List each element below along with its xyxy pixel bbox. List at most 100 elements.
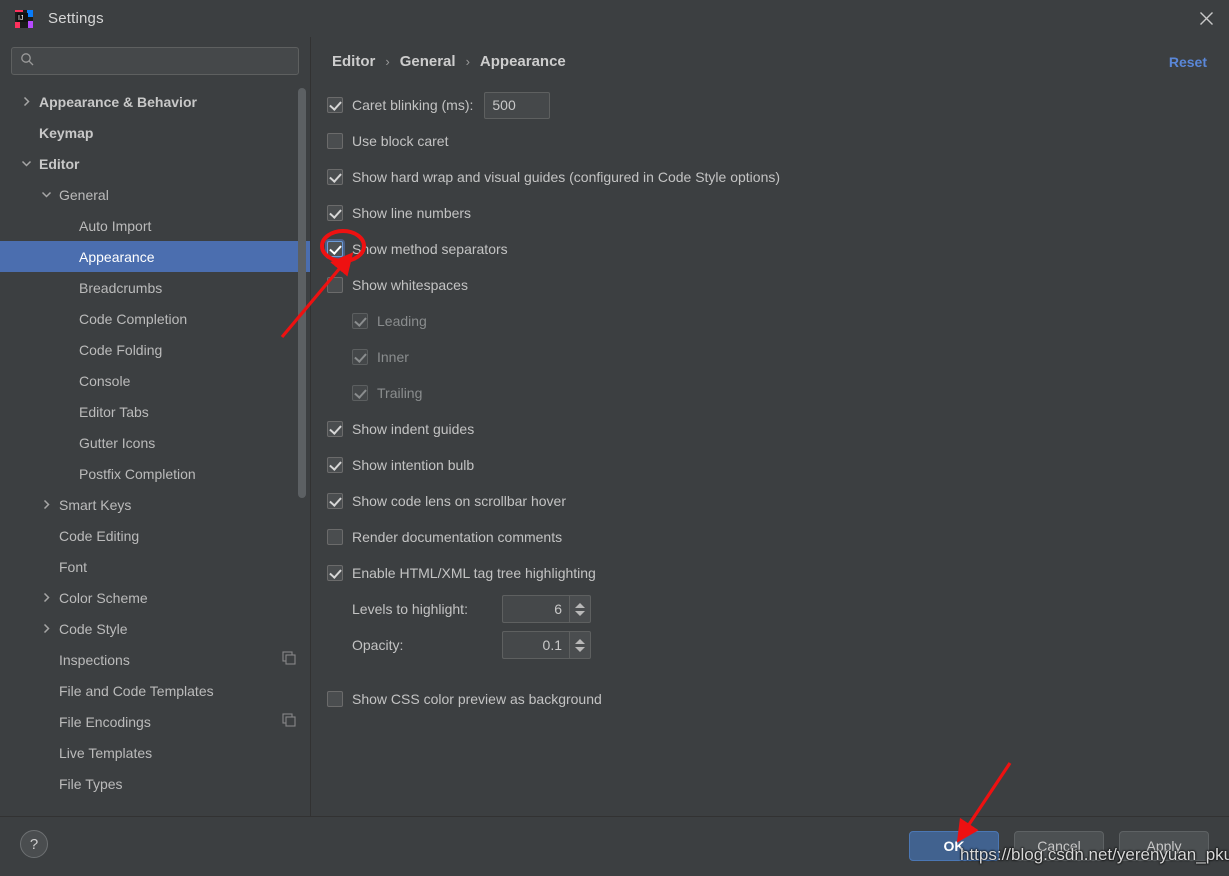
spinner-down-icon[interactable] [575, 610, 585, 616]
sidebar-item-code-style[interactable]: Code Style [0, 613, 310, 644]
checkbox-leading [352, 313, 368, 329]
sidebar-item-label: Breadcrumbs [79, 279, 163, 296]
window-title: Settings [48, 10, 104, 27]
option-row-show-intention-bulb: Show intention bulb [327, 447, 1207, 483]
sidebar-item-color-scheme[interactable]: Color Scheme [0, 582, 310, 613]
settings-dialog: IJ Settings Appearance & Behavior Keymap… [0, 0, 1229, 876]
spinner-opacity[interactable] [502, 631, 591, 659]
checkbox-show-css-color-preview-as-background[interactable] [327, 691, 343, 707]
spinner-buttons[interactable] [569, 595, 591, 623]
checkbox-show-indent-guides[interactable] [327, 421, 343, 437]
checkbox-label: Show line numbers [352, 205, 472, 221]
checkbox-enable-html-xml-tag-tree-highlighting[interactable] [327, 565, 343, 581]
checkbox-label: Show hard wrap and visual guides (config… [352, 169, 781, 185]
sidebar-item-editor-tabs[interactable]: Editor Tabs [0, 396, 310, 427]
checkbox-show-intention-bulb[interactable] [327, 457, 343, 473]
caret-blinking-input[interactable] [484, 91, 551, 119]
help-button[interactable]: ? [20, 830, 48, 858]
sidebar-item-inspections[interactable]: Inspections [0, 644, 310, 675]
sidebar-scrollbar-thumb[interactable] [298, 88, 306, 498]
search-input[interactable] [40, 53, 290, 69]
checkbox-label: Render documentation comments [352, 529, 563, 545]
sidebar-item-file-encodings[interactable]: File Encodings [0, 706, 310, 737]
close-icon[interactable] [1183, 0, 1229, 37]
checkbox-inner [352, 349, 368, 365]
sidebar-item-appearance-behavior[interactable]: Appearance & Behavior [0, 86, 310, 117]
chevron-right-icon[interactable] [38, 497, 54, 513]
spinner-buttons[interactable] [569, 631, 591, 659]
checkbox-render-documentation-comments[interactable] [327, 529, 343, 545]
checkbox-show-whitespaces[interactable] [327, 277, 343, 293]
checkbox-label: Show intention bulb [352, 457, 475, 473]
checkbox-caret-blinking-ms[interactable] [327, 97, 343, 113]
sidebar-item-smart-keys[interactable]: Smart Keys [0, 489, 310, 520]
sidebar-item-file-types[interactable]: File Types [0, 768, 310, 799]
checkbox-show-line-numbers[interactable] [327, 205, 343, 221]
sidebar-item-general[interactable]: General [0, 179, 310, 210]
sidebar-item-label: Editor Tabs [79, 403, 149, 420]
sidebar-item-file-and-code-templates[interactable]: File and Code Templates [0, 675, 310, 706]
checkbox-label: Show code lens on scrollbar hover [352, 493, 567, 509]
checkbox-show-method-separators[interactable] [327, 241, 343, 257]
sidebar-item-label: Appearance & Behavior [39, 93, 197, 110]
reset-link[interactable]: Reset [1169, 54, 1207, 70]
sidebar-item-keymap[interactable]: Keymap [0, 117, 310, 148]
sidebar-item-font[interactable]: Font [0, 551, 310, 582]
sidebar-item-code-folding[interactable]: Code Folding [0, 334, 310, 365]
settings-tree: Appearance & Behavior Keymap Editor General… [0, 86, 310, 792]
option-row-show-whitespaces: Show whitespaces [327, 267, 1207, 303]
spinner-up-icon[interactable] [575, 602, 585, 608]
option-row-render-documentation-comments: Render documentation comments [327, 519, 1207, 555]
sidebar-item-appearance[interactable]: Appearance [0, 241, 310, 272]
chevron-down-icon[interactable] [18, 156, 34, 172]
checkbox-show-hard-wrap-and-visual-guides-configured-in-code-style-options[interactable] [327, 169, 343, 185]
breadcrumb-separator: › [385, 54, 390, 69]
option-row-show-indent-guides: Show indent guides [327, 411, 1207, 447]
checkbox-label: Show whitespaces [352, 277, 468, 293]
sidebar-item-label: File Types [59, 775, 123, 792]
chevron-right-icon[interactable] [38, 590, 54, 606]
sidebar-item-label: File and Code Templates [59, 682, 214, 699]
option-row-opacity: Opacity: [327, 627, 1207, 663]
sidebar-item-code-completion[interactable]: Code Completion [0, 303, 310, 334]
settings-content-pane: Editor › General › Appearance Reset Caret bl… [311, 37, 1229, 816]
chevron-right-icon[interactable] [18, 94, 34, 110]
chevron-down-icon[interactable] [38, 187, 54, 203]
checkbox-show-code-lens-on-scrollbar-hover[interactable] [327, 493, 343, 509]
spinner-value-input[interactable] [502, 631, 569, 659]
breadcrumb-item-general[interactable]: General [400, 53, 456, 70]
spinner-label: Opacity: [352, 637, 404, 653]
checkbox-label: Caret blinking (ms): [352, 97, 474, 113]
sidebar-item-auto-import[interactable]: Auto Import [0, 210, 310, 241]
search-container [0, 37, 310, 75]
sidebar-item-label: Color Scheme [59, 589, 148, 606]
copy-settings-icon[interactable] [282, 713, 296, 730]
breadcrumb-item-editor[interactable]: Editor [332, 53, 375, 70]
spinner-value-input[interactable] [502, 595, 569, 623]
breadcrumb-item-appearance[interactable]: Appearance [480, 53, 566, 70]
copy-settings-icon[interactable] [282, 651, 296, 668]
sidebar-item-label: Console [79, 372, 131, 389]
sidebar-item-breadcrumbs[interactable]: Breadcrumbs [0, 272, 310, 303]
chevron-right-icon[interactable] [38, 621, 54, 637]
sidebar-item-editor[interactable]: Editor [0, 148, 310, 179]
spinner-down-icon[interactable] [575, 646, 585, 652]
checkbox-label: Trailing [377, 385, 423, 401]
spinner-up-icon[interactable] [575, 638, 585, 644]
spinner-levels-to-highlight[interactable] [502, 595, 591, 623]
option-row-enable-html-xml-tag-tree-highlighting: Enable HTML/XML tag tree highlighting [327, 555, 1207, 591]
option-row-show-css-color-preview-as-background: Show CSS color preview as background [327, 681, 1207, 717]
checkbox-label: Enable HTML/XML tag tree highlighting [352, 565, 596, 581]
sidebar-item-console[interactable]: Console [0, 365, 310, 396]
sidebar-item-label: Font [59, 558, 88, 575]
option-row-use-block-caret: Use block caret [327, 123, 1207, 159]
sidebar-item-label: Code Folding [79, 341, 163, 358]
sidebar-item-live-templates[interactable]: Live Templates [0, 737, 310, 768]
search-box[interactable] [11, 47, 299, 75]
checkbox-use-block-caret[interactable] [327, 133, 343, 149]
sidebar-item-code-editing[interactable]: Code Editing [0, 520, 310, 551]
options-list: Caret blinking (ms): Use block caret Show … [327, 87, 1207, 717]
checkbox-label: Show indent guides [352, 421, 475, 437]
sidebar-item-gutter-icons[interactable]: Gutter Icons [0, 427, 310, 458]
sidebar-item-postfix-completion[interactable]: Postfix Completion [0, 458, 310, 489]
